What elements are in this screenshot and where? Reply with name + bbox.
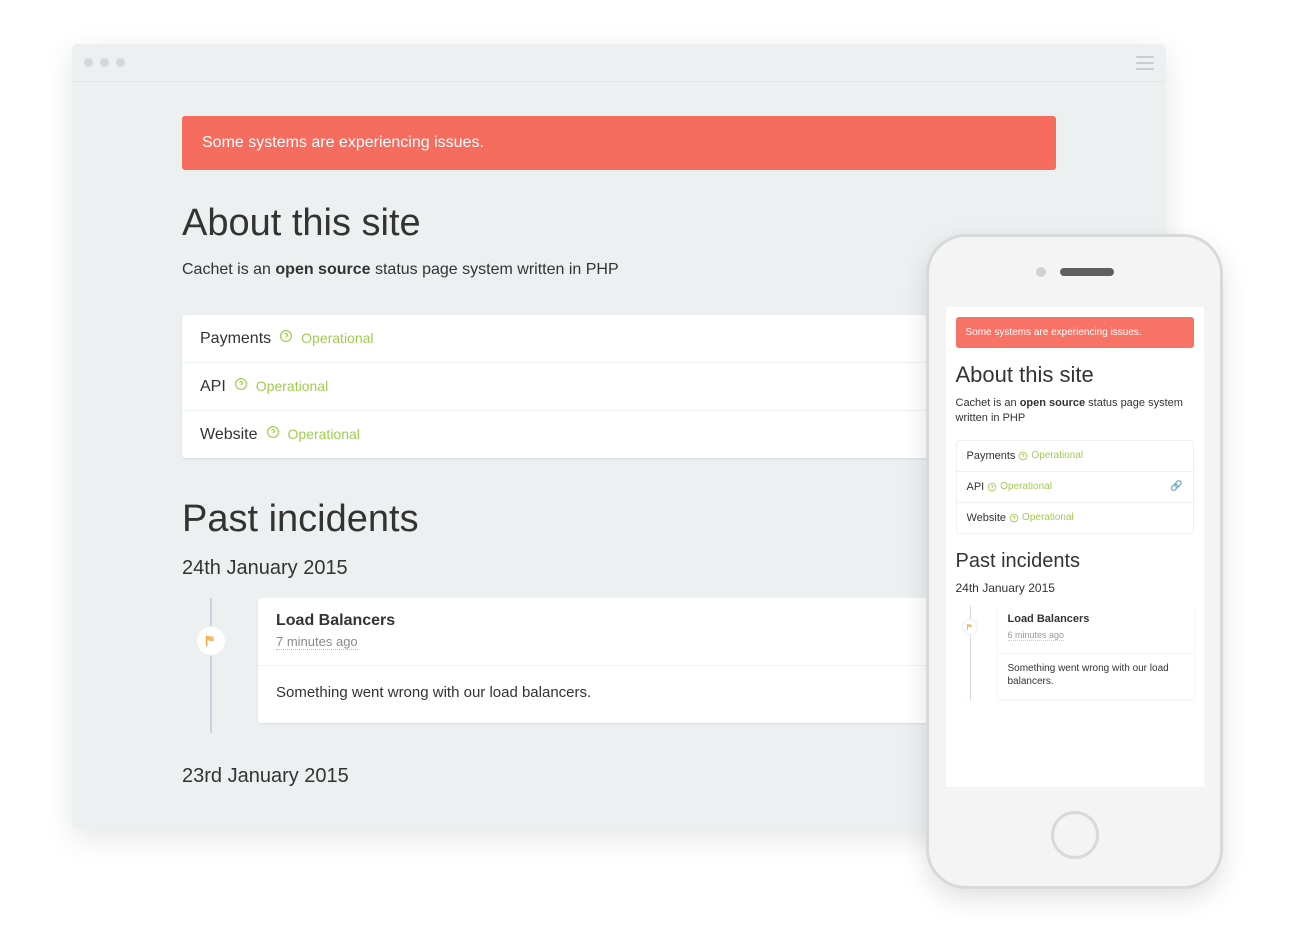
incident-time[interactable]: 7 minutes ago: [276, 634, 358, 650]
phone-camera-icon: [1036, 267, 1046, 277]
phone-screen: Some systems are experiencing issues. Ab…: [946, 307, 1204, 787]
help-circle-icon[interactable]: [987, 482, 997, 492]
help-circle-icon[interactable]: [1018, 451, 1028, 461]
help-circle-icon[interactable]: [279, 329, 293, 343]
component-status: Operational: [301, 330, 373, 346]
component-row: Website Operational: [957, 503, 1193, 533]
incident-title: Load Balancers: [1008, 613, 1184, 625]
help-circle-icon[interactable]: [266, 425, 280, 439]
menu-icon[interactable]: [1136, 56, 1154, 70]
incidents-heading: Past incidents: [956, 550, 1194, 573]
phone-speaker-icon: [1060, 268, 1114, 276]
component-name: Payments: [967, 450, 1016, 462]
window-close-icon[interactable]: [84, 58, 93, 67]
flag-icon: [962, 619, 978, 635]
status-banner: Some systems are experiencing issues.: [182, 116, 1056, 170]
component-name: Payments: [200, 330, 271, 348]
window-maximize-icon[interactable]: [116, 58, 125, 67]
incident-date: 24th January 2015: [956, 581, 1194, 595]
browser-titlebar: [72, 44, 1166, 82]
timeline-line: [210, 598, 212, 733]
component-status: Operational: [1031, 450, 1083, 461]
component-status: Operational: [1000, 481, 1052, 492]
component-status: Operational: [288, 426, 360, 442]
about-heading: About this site: [182, 202, 1056, 245]
help-circle-icon[interactable]: [234, 377, 248, 391]
about-description: Cachet is an open source status page sys…: [956, 396, 1194, 426]
incident-title: Load Balancers: [276, 612, 1038, 630]
incident-date: 23rd January 2015: [182, 765, 1056, 788]
window-minimize-icon[interactable]: [100, 58, 109, 67]
incident-card: Load Balancers 6 minutes ago Something w…: [998, 605, 1194, 699]
status-banner: Some systems are experiencing issues.: [956, 317, 1194, 348]
component-name: Website: [200, 426, 258, 444]
component-name: Website: [967, 512, 1007, 524]
incident-body: Something went wrong with our load balan…: [998, 653, 1194, 699]
component-row: API Operational: [182, 363, 1056, 411]
component-row: Website Operational: [182, 411, 1056, 458]
flag-icon: [196, 626, 226, 656]
phone-home-button[interactable]: [1051, 811, 1099, 859]
incident-time[interactable]: 6 minutes ago: [1008, 630, 1065, 641]
link-icon[interactable]: 🔗: [1170, 481, 1182, 492]
phone-top: [1036, 237, 1114, 307]
component-name: API: [200, 378, 226, 396]
incidents-heading: Past incidents: [182, 498, 1056, 541]
incident-date: 24th January 2015: [182, 557, 1056, 580]
component-status: Operational: [1022, 512, 1074, 523]
help-circle-icon[interactable]: [1009, 513, 1019, 523]
about-description: Cachet is an open source status page sys…: [182, 261, 1056, 279]
component-list: Payments Operational API Operational Web…: [182, 315, 1056, 458]
component-name: API: [967, 481, 985, 493]
component-row: Payments Operational: [182, 315, 1056, 363]
component-status: Operational: [256, 378, 328, 394]
about-heading: About this site: [956, 362, 1194, 388]
incident-timeline: Load Balancers 7 minutes ago Something w…: [182, 598, 1056, 723]
component-row: Payments Operational: [957, 441, 1193, 472]
phone-mock: Some systems are experiencing issues. Ab…: [926, 234, 1223, 889]
incident-timeline: Load Balancers 6 minutes ago Something w…: [956, 605, 1194, 699]
component-list: Payments Operational API Operational 🔗 W…: [956, 440, 1194, 534]
window-controls[interactable]: [84, 58, 125, 67]
component-row: API Operational 🔗: [957, 472, 1193, 503]
